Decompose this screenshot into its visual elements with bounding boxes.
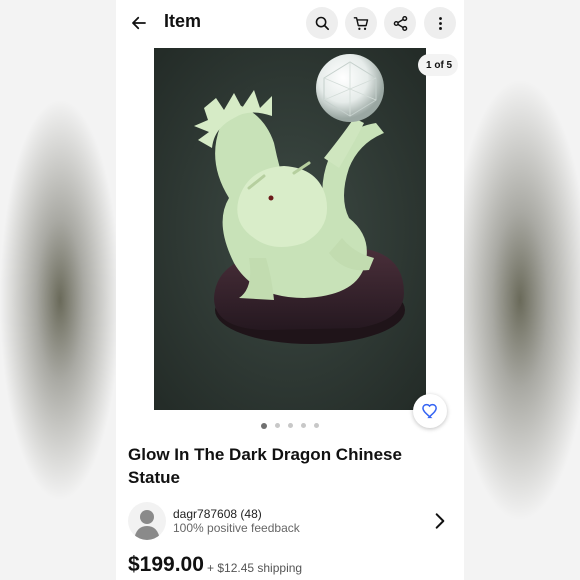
shipping-cost: + $12.45 shipping — [207, 561, 303, 575]
share-button[interactable] — [384, 7, 416, 39]
cart-button[interactable] — [345, 7, 377, 39]
seller-name[interactable]: dagr787608 (48) — [173, 507, 262, 521]
product-image[interactable] — [154, 48, 426, 410]
more-vertical-icon — [438, 16, 442, 30]
carousel-dot[interactable] — [314, 423, 319, 428]
more-options-button[interactable] — [424, 7, 456, 39]
carousel-dot[interactable] — [301, 423, 306, 428]
share-icon — [393, 15, 407, 31]
item-price: $199.00 — [128, 553, 204, 576]
page-title: Item — [164, 11, 202, 31]
item-title: Glow In The Dark Dragon Chinese Statue — [128, 445, 402, 487]
top-bar: Item — [116, 0, 464, 46]
chevron-right-icon[interactable] — [430, 511, 450, 531]
avatar — [128, 502, 166, 540]
dragon-statue-photo — [154, 48, 426, 410]
search-button[interactable] — [306, 7, 338, 39]
carousel-dot[interactable] — [261, 422, 267, 429]
carousel-indicator — [116, 422, 464, 429]
seller-feedback: 100% positive feedback — [173, 521, 300, 535]
heart-icon — [422, 403, 437, 419]
cart-icon — [353, 16, 368, 30]
image-counter-badge: 1 of 5 — [418, 54, 459, 76]
person-icon — [134, 510, 160, 540]
app-screen: Item 1 of 5 Glow In The Dark Dragon Chin… — [116, 0, 464, 580]
back-button[interactable] — [124, 8, 154, 38]
search-icon — [315, 16, 329, 30]
carousel-dot[interactable] — [275, 423, 280, 428]
arrow-left-icon — [132, 16, 146, 30]
seller-info-row[interactable]: dagr787608 (48) 100% positive feedback — [128, 502, 452, 544]
carousel-dot[interactable] — [288, 423, 293, 428]
